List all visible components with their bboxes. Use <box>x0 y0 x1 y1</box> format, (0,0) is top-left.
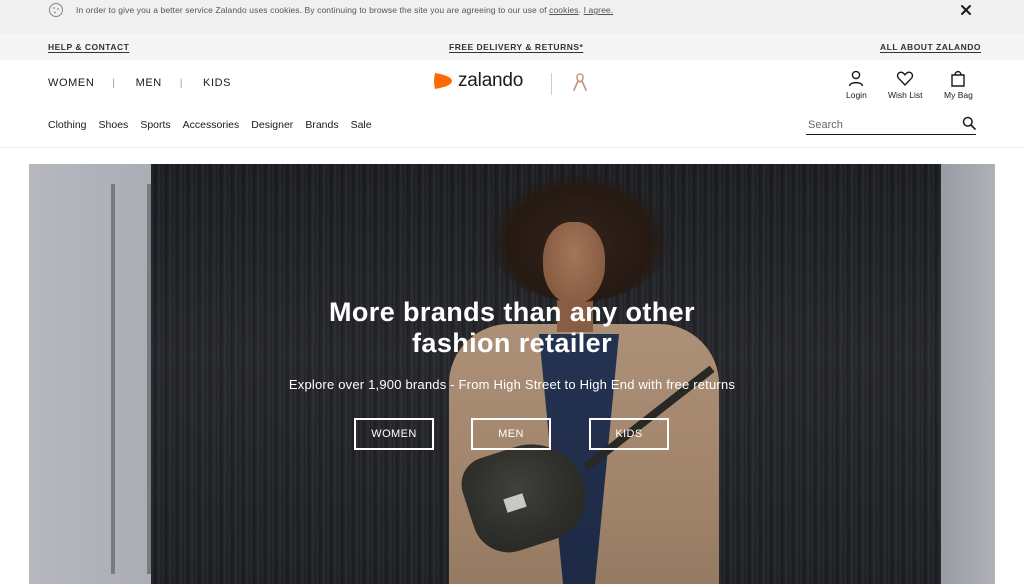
search-input[interactable] <box>806 116 946 134</box>
login-label: Login <box>846 90 867 100</box>
logo-text: zalando <box>458 70 524 91</box>
hero-women-button[interactable]: WOMEN <box>354 418 434 450</box>
wishlist-button[interactable]: Wish List <box>888 69 922 100</box>
category-accessories[interactable]: Accessories <box>183 119 240 131</box>
category-shoes[interactable]: Shoes <box>99 119 129 131</box>
bag-label: My Bag <box>944 90 973 100</box>
bag-icon <box>951 70 966 87</box>
hero-title: More brands than any other fashion retai… <box>29 297 995 359</box>
category-nav: Clothing Shoes Sports Accessories Design… <box>48 119 384 131</box>
hero-title-line-2: fashion retailer <box>412 328 612 358</box>
cookie-icon <box>49 3 63 17</box>
site-header: WOMEN | MEN | KIDS zalando Login Wish Li… <box>0 60 1024 148</box>
gender-nav: WOMEN | MEN | KIDS <box>48 77 231 89</box>
hero-banner: More brands than any other fashion retai… <box>29 164 995 584</box>
help-contact-link[interactable]: HELP & CONTACT <box>48 42 129 52</box>
category-sports[interactable]: Sports <box>140 119 170 131</box>
cookie-banner: In order to give you a better service Za… <box>0 0 1024 34</box>
bag-button[interactable]: My Bag <box>944 69 973 100</box>
gender-men-link[interactable]: MEN <box>136 77 162 89</box>
gender-kids-link[interactable]: KIDS <box>203 77 231 89</box>
hero-title-line-1: More brands than any other <box>329 297 695 327</box>
search-icon[interactable] <box>962 116 976 130</box>
heart-icon <box>897 71 914 87</box>
category-designer[interactable]: Designer <box>251 119 293 131</box>
category-clothing[interactable]: Clothing <box>48 119 87 131</box>
ribbon-icon <box>573 73 587 91</box>
category-sale[interactable]: Sale <box>351 119 372 131</box>
hero-overlay <box>29 164 995 584</box>
hero-kids-button[interactable]: KIDS <box>589 418 669 450</box>
hero-subtitle: Explore over 1,900 brands - From High St… <box>288 377 736 392</box>
close-icon[interactable] <box>958 2 974 18</box>
search-box <box>806 115 976 135</box>
service-bar: HELP & CONTACT FREE DELIVERY & RETURNS* … <box>0 34 1024 60</box>
about-zalando-link[interactable]: ALL ABOUT ZALANDO <box>880 42 981 52</box>
hero-men-button[interactable]: MEN <box>471 418 551 450</box>
user-icon <box>849 70 864 87</box>
nav-separator: | <box>112 77 116 89</box>
cookie-text: In order to give you a better service Za… <box>76 5 547 15</box>
agree-link[interactable]: I agree. <box>584 5 614 15</box>
gender-women-link[interactable]: WOMEN <box>48 77 94 89</box>
login-button[interactable]: Login <box>846 69 867 100</box>
logo-divider <box>551 73 552 95</box>
logo-icon <box>434 73 452 89</box>
wishlist-label: Wish List <box>888 90 923 100</box>
nav-separator: | <box>179 77 184 89</box>
free-delivery-link[interactable]: FREE DELIVERY & RETURNS* <box>449 42 583 52</box>
cookies-link[interactable]: cookies <box>549 5 579 15</box>
zalando-logo[interactable]: zalando <box>432 70 523 92</box>
cookie-message: In order to give you a better service Za… <box>76 5 614 15</box>
category-brands[interactable]: Brands <box>305 119 338 131</box>
